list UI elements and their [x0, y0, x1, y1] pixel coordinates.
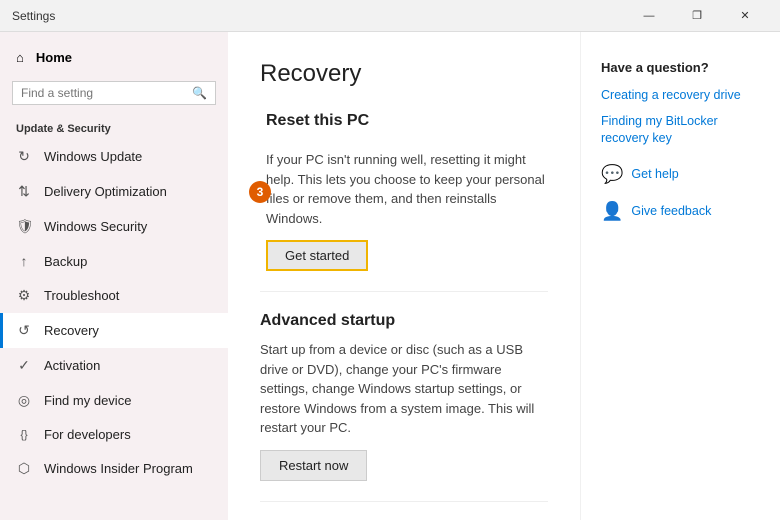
- recovery-drive-link[interactable]: Creating a recovery drive: [601, 87, 760, 105]
- search-input[interactable]: [21, 86, 186, 100]
- close-button[interactable]: ✕: [722, 0, 768, 32]
- troubleshoot-icon: ⚙: [16, 287, 32, 304]
- reset-header-row: 3 Reset this PC: [266, 112, 548, 140]
- recovery-icon: ↺: [16, 322, 32, 339]
- sidebar-item-label: Find my device: [44, 393, 131, 408]
- minimize-button[interactable]: —: [626, 0, 672, 32]
- sidebar-item-recovery[interactable]: ↺ Recovery: [0, 313, 228, 348]
- advanced-section: Advanced startup Start up from a device …: [260, 312, 548, 481]
- sidebar-item-windows-update[interactable]: ↻ Windows Update: [0, 139, 228, 174]
- developers-icon: {}: [16, 429, 32, 441]
- restart-now-button[interactable]: Restart now: [260, 450, 367, 481]
- reset-section: 3 Reset this PC If your PC isn't running…: [260, 112, 548, 271]
- sidebar-item-label: Recovery: [44, 323, 99, 338]
- sidebar-item-home[interactable]: ⌂ Home: [0, 40, 228, 75]
- sidebar-item-troubleshoot[interactable]: ⚙ Troubleshoot: [0, 278, 228, 313]
- sidebar-item-label: Troubleshoot: [44, 288, 119, 303]
- divider-1: [260, 291, 548, 292]
- sidebar-item-label: Activation: [44, 358, 100, 373]
- get-help-link[interactable]: Get help: [631, 167, 678, 181]
- sidebar-item-insider[interactable]: ⬡ Windows Insider Program: [0, 451, 228, 486]
- sidebar-item-label: Windows Insider Program: [44, 461, 193, 476]
- delivery-icon: ⇅: [16, 183, 32, 200]
- page-title: Recovery: [260, 60, 548, 88]
- sidebar-item-label: Windows Security: [44, 219, 147, 234]
- right-panel: Have a question? Creating a recovery dri…: [580, 32, 780, 520]
- home-label: Home: [36, 50, 72, 65]
- advanced-description: Start up from a device or disc (such as …: [260, 340, 548, 438]
- sidebar-item-label: For developers: [44, 427, 131, 442]
- app-body: ⌂ Home 🔍 Update & Security ↻ Windows Upd…: [0, 32, 780, 520]
- find-device-icon: ◎: [16, 392, 32, 409]
- give-feedback-link[interactable]: Give feedback: [631, 204, 711, 218]
- reset-description: If your PC isn't running well, resetting…: [266, 150, 548, 228]
- sidebar-item-backup[interactable]: ↑ Backup: [0, 244, 228, 278]
- help-icon: 💬: [601, 164, 623, 185]
- sidebar-item-activation[interactable]: ✓ Activation: [0, 348, 228, 383]
- sidebar-item-find-my-device[interactable]: ◎ Find my device: [0, 383, 228, 418]
- right-panel-title: Have a question?: [601, 60, 760, 75]
- sidebar-item-label: Windows Update: [44, 149, 142, 164]
- sidebar-item-label: Backup: [44, 254, 87, 269]
- window-controls: — ❐ ✕: [626, 0, 768, 32]
- backup-icon: ↑: [16, 253, 32, 269]
- get-help-action[interactable]: 💬 Get help: [601, 164, 760, 185]
- security-icon: 🛡: [16, 218, 32, 235]
- main-content: Recovery 3 Reset this PC If your PC isn'…: [228, 32, 580, 520]
- search-box: 🔍: [12, 81, 216, 105]
- sidebar-item-windows-security[interactable]: 🛡 Windows Security: [0, 209, 228, 244]
- maximize-button[interactable]: ❐: [674, 0, 720, 32]
- bitlocker-link[interactable]: Finding my BitLocker recovery key: [601, 113, 760, 148]
- home-icon: ⌂: [16, 50, 24, 65]
- sidebar-item-label: Delivery Optimization: [44, 184, 167, 199]
- app-title: Settings: [12, 9, 55, 23]
- search-icon: 🔍: [192, 86, 207, 100]
- step-badge: 3: [249, 181, 271, 203]
- update-icon: ↻: [16, 148, 32, 165]
- reset-section-title: Reset this PC: [266, 112, 369, 130]
- title-bar: Settings — ❐ ✕: [0, 0, 780, 32]
- section-header: Update & Security: [0, 115, 228, 139]
- divider-2: [260, 501, 548, 502]
- feedback-icon: 👤: [601, 201, 623, 222]
- get-started-button[interactable]: Get started: [266, 240, 368, 271]
- sidebar-item-developers[interactable]: {} For developers: [0, 418, 228, 451]
- sidebar-item-delivery-optimization[interactable]: ⇅ Delivery Optimization: [0, 174, 228, 209]
- advanced-section-title: Advanced startup: [260, 312, 548, 330]
- insider-icon: ⬡: [16, 460, 32, 477]
- activation-icon: ✓: [16, 357, 32, 374]
- sidebar: ⌂ Home 🔍 Update & Security ↻ Windows Upd…: [0, 32, 228, 520]
- give-feedback-action[interactable]: 👤 Give feedback: [601, 201, 760, 222]
